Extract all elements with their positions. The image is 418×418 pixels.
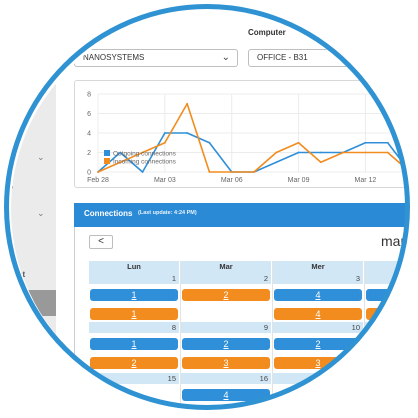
day-number: 15 xyxy=(167,374,176,383)
incoming-connections-event[interactable] xyxy=(366,357,407,369)
legend-label: Outgoing connections xyxy=(113,151,177,158)
chart-x-tick-label: Mar 03 xyxy=(154,177,176,184)
day-number: 2 xyxy=(263,274,268,283)
chart-data-point xyxy=(208,141,211,144)
incoming-connections-event[interactable]: 2 xyxy=(182,289,270,301)
chevron-down-icon: ⌄ xyxy=(221,52,230,63)
chart-data-point xyxy=(253,171,255,173)
company-select[interactable]: NANOSYSTEMS ⌄ xyxy=(74,49,238,67)
chart-data-point xyxy=(186,132,189,134)
outgoing-connections-event[interactable] xyxy=(366,338,407,350)
sidebar-item-label[interactable]: y xyxy=(11,184,13,193)
day-column-header: Mar xyxy=(181,261,272,273)
sidebar-item-active[interactable] xyxy=(11,290,56,316)
computer-label: Computer xyxy=(248,28,286,37)
incoming-connections-event[interactable]: 3 xyxy=(274,357,362,369)
day-number: 8 xyxy=(171,323,176,332)
chart-x-tick-label: Mar 12 xyxy=(355,177,377,184)
legend-swatch xyxy=(104,150,110,156)
prev-month-button[interactable]: < xyxy=(89,235,113,249)
company-select-value: NANOSYSTEMS xyxy=(83,53,145,62)
chart-data-point xyxy=(409,171,411,173)
chart-data-point xyxy=(297,151,300,154)
chart-x-tick-label: Mar 06 xyxy=(221,177,243,184)
chart-data-point xyxy=(319,151,322,154)
chart-data-point xyxy=(342,151,345,154)
chart-data-point xyxy=(319,161,322,164)
chart-data-point xyxy=(141,171,144,173)
day-number-band xyxy=(365,322,407,333)
chart-y-tick-label: 8 xyxy=(87,92,91,99)
calendar-column-divider xyxy=(180,261,181,407)
chart-data-point xyxy=(386,151,389,154)
screenshot-stage: p ⌄ y ⌄ s ment NANOSYSTEMS ⌄ Computer OF… xyxy=(0,0,418,418)
computer-select[interactable]: OFFICE - B31 xyxy=(248,49,407,67)
chevron-down-icon[interactable]: ⌄ xyxy=(37,208,45,219)
incoming-connections-event[interactable]: 3 xyxy=(182,357,270,369)
chart-data-point xyxy=(208,171,211,173)
chart-data-point xyxy=(163,132,166,134)
chart-data-point xyxy=(275,151,278,154)
chart-data-point xyxy=(186,102,189,105)
day-number-band xyxy=(365,273,407,284)
day-number: 3 xyxy=(355,274,360,283)
chart-y-tick-label: 0 xyxy=(87,170,91,177)
incoming-connections-event[interactable] xyxy=(366,308,407,320)
outgoing-connections-event[interactable]: 1 xyxy=(90,289,178,301)
day-column-header: Lun xyxy=(89,261,180,273)
outgoing-connections-event[interactable] xyxy=(366,289,407,301)
chart-x-tick-label: Mar 09 xyxy=(288,177,310,184)
chart-data-point xyxy=(97,171,99,173)
incoming-connections-event[interactable]: 3 xyxy=(182,408,270,418)
chart-data-point xyxy=(163,141,166,144)
calendar-column-divider xyxy=(272,261,273,407)
chart-data-point xyxy=(297,141,300,144)
day-number: 9 xyxy=(263,323,268,332)
day-column-header: Mer xyxy=(273,261,364,273)
day-number: 10 xyxy=(351,323,360,332)
connections-chart: 0 2 4 6 8 Feb 28 Mar 03 Mar 06 Mar 09 Mar 12 Outgo… xyxy=(87,92,411,184)
incoming-connections-event[interactable]: 4 xyxy=(274,308,362,320)
sidebar-item-label[interactable]: s xyxy=(11,241,13,250)
chart-y-tick-label: 2 xyxy=(87,150,91,157)
month-title: mar xyxy=(381,233,406,249)
connections-title: Connections xyxy=(84,209,133,218)
chart-data-point xyxy=(409,171,411,173)
legend-label: Incoming connections xyxy=(113,159,177,166)
chart-data-point xyxy=(275,161,278,164)
chevron-down-icon[interactable]: ⌄ xyxy=(37,152,45,163)
incoming-connections-event[interactable]: 1 xyxy=(90,308,178,320)
chart-y-tick-label: 6 xyxy=(87,111,91,118)
outgoing-connections-event[interactable]: 4 xyxy=(274,289,362,301)
outgoing-connections-event[interactable]: 2 xyxy=(274,338,362,350)
day-column-header xyxy=(365,261,407,273)
chart-x-tick-label: Feb 28 xyxy=(87,177,109,184)
outgoing-connections-event[interactable]: 4 xyxy=(182,389,270,401)
sidebar: p ⌄ y ⌄ s ment xyxy=(11,11,56,407)
calendar-column-divider xyxy=(364,261,365,407)
outgoing-connections-event[interactable]: 2 xyxy=(182,338,270,350)
circular-viewport: p ⌄ y ⌄ s ment NANOSYSTEMS ⌄ Computer OF… xyxy=(11,11,411,418)
incoming-connections-event[interactable]: 2 xyxy=(90,357,178,369)
chart-y-tick-label: 4 xyxy=(87,131,91,138)
outgoing-connections-event[interactable]: 1 xyxy=(90,338,178,350)
sidebar-item-label[interactable]: ment xyxy=(11,270,25,279)
legend-swatch xyxy=(104,158,110,164)
day-number: 16 xyxy=(259,374,268,383)
last-update-label: (Last update: 4:24 PM) xyxy=(138,210,197,216)
computer-select-value: OFFICE - B31 xyxy=(257,53,308,62)
chart-data-point xyxy=(230,171,233,173)
day-number: 1 xyxy=(171,274,176,283)
chart-data-point xyxy=(364,141,367,144)
day-number-band xyxy=(273,373,364,384)
incoming-connections-event[interactable]: 3 xyxy=(90,408,178,418)
day-number-band xyxy=(365,373,407,384)
sidebar-item-label[interactable]: p xyxy=(11,153,13,162)
chart-data-point xyxy=(386,141,389,144)
chart-data-point xyxy=(364,151,367,154)
